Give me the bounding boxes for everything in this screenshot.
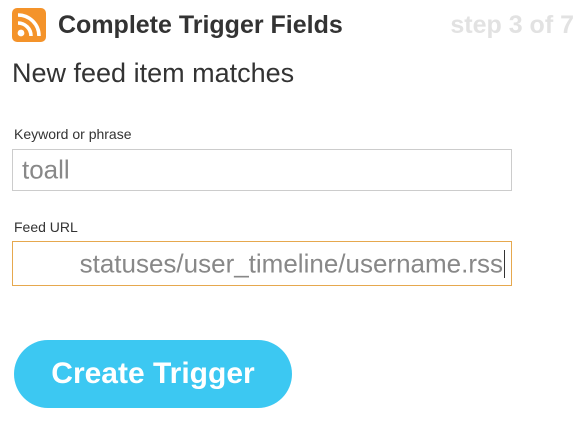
feed-url-input-value: statuses/user_timeline/username.rss (79, 248, 503, 278)
trigger-subtitle: New feed item matches (12, 58, 295, 88)
feed-url-input[interactable]: statuses/user_timeline/username.rss (12, 241, 512, 286)
header: Complete Trigger Fields step 3 of 7 (12, 8, 574, 44)
feed-url-label: Feed URL (14, 219, 78, 235)
create-trigger-button[interactable]: Create Trigger (14, 340, 292, 408)
page-title: Complete Trigger Fields (58, 11, 343, 39)
keyword-input-value: toall (22, 154, 70, 185)
text-caret (504, 250, 505, 278)
rss-feed-icon (12, 8, 46, 42)
keyword-input[interactable]: toall (12, 149, 512, 191)
trigger-fields-page: Complete Trigger Fields step 3 of 7 New … (0, 0, 580, 426)
step-indicator: step 3 of 7 (450, 11, 574, 39)
keyword-label: Keyword or phrase (14, 126, 132, 142)
